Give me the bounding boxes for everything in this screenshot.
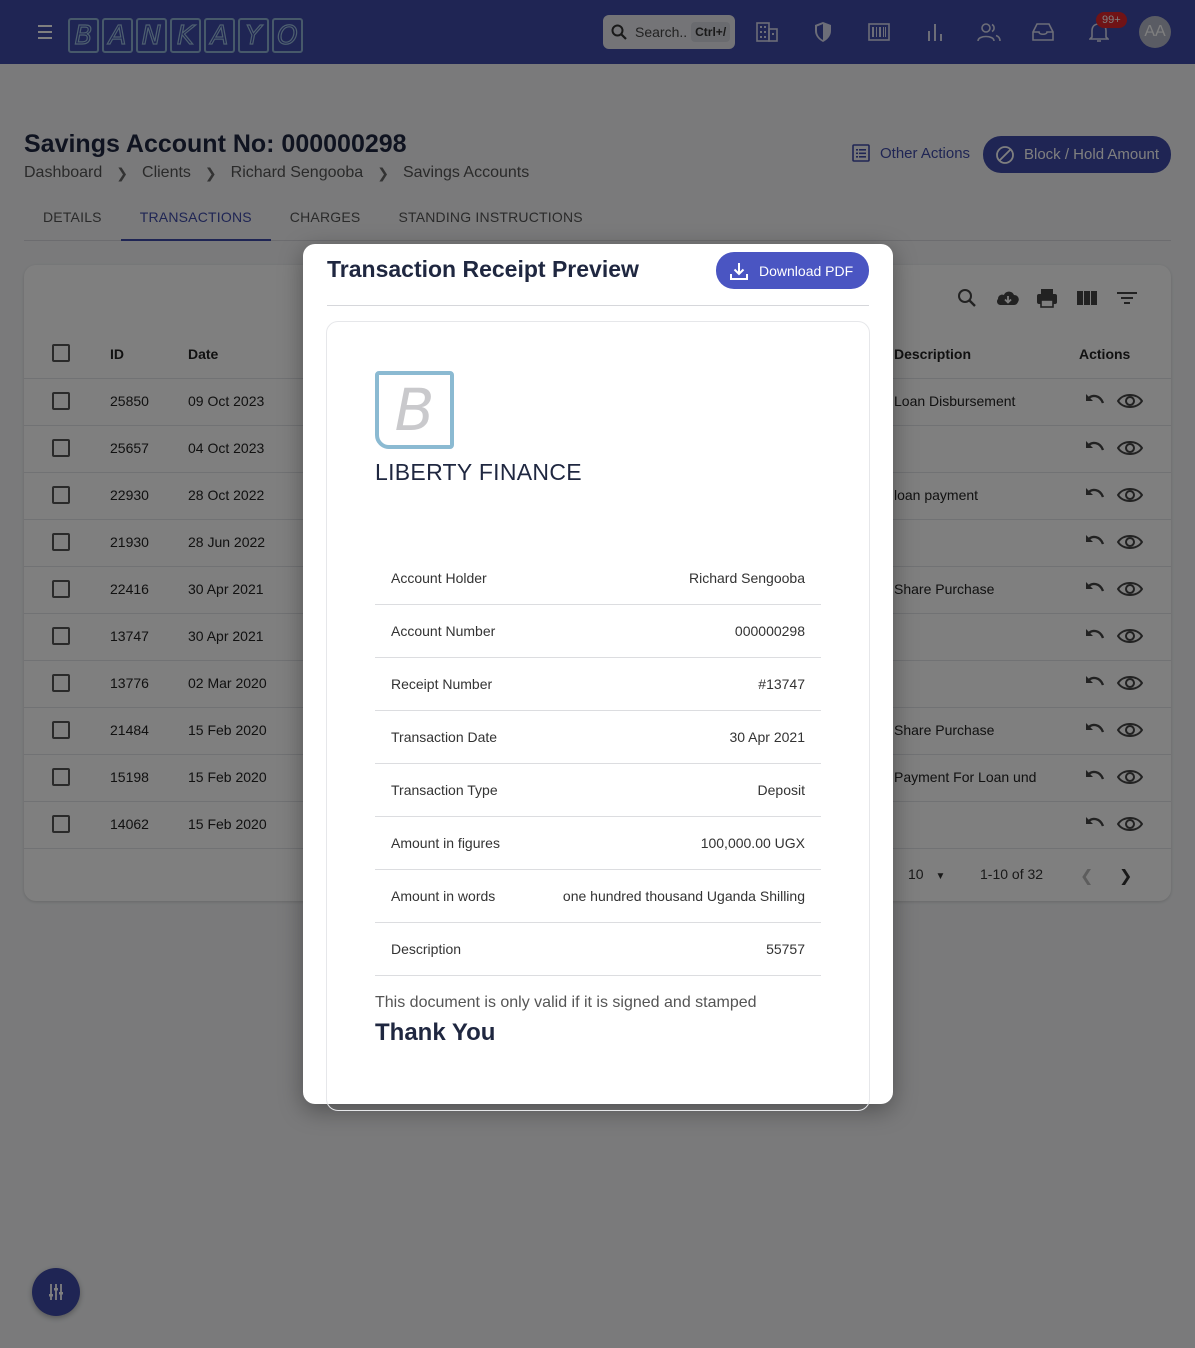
receipt-row: Account Holder Richard Sengooba xyxy=(375,552,821,605)
field-label: Receipt Number xyxy=(391,676,493,692)
field-value: Richard Sengooba xyxy=(689,570,805,586)
receipt-row: Transaction Date 30 Apr 2021 xyxy=(375,711,821,764)
field-value: 100,000.00 UGX xyxy=(700,835,805,851)
receipt-row: Account Number 000000298 xyxy=(375,605,821,658)
receipt-row: Transaction Type Deposit xyxy=(375,764,821,817)
download-icon xyxy=(730,262,748,280)
receipt-details-table: Account Holder Richard Sengooba Account Nu… xyxy=(375,552,821,976)
receipt-row: Receipt Number #13747 xyxy=(375,658,821,711)
receipt-document: B LIBERTY FINANCE Account Holder Richard … xyxy=(326,321,870,1111)
field-value: 30 Apr 2021 xyxy=(729,729,805,745)
company-name: LIBERTY FINANCE xyxy=(375,459,582,485)
field-label: Description xyxy=(391,941,462,957)
field-value: 000000298 xyxy=(734,623,805,639)
field-label: Transaction Date xyxy=(391,729,498,745)
receipt-row: Description 55757 xyxy=(375,923,821,976)
download-pdf-label: Download PDF xyxy=(759,262,854,279)
thank-you-text: Thank You xyxy=(375,1019,496,1046)
field-label: Account Holder xyxy=(391,570,487,586)
divider xyxy=(327,305,869,306)
field-label: Transaction Type xyxy=(391,782,498,798)
download-pdf-button[interactable]: Download PDF xyxy=(716,252,869,289)
field-value: 55757 xyxy=(766,941,805,957)
field-label: Amount in words xyxy=(391,888,496,904)
field-label: Account Number xyxy=(391,623,496,639)
field-value: Deposit xyxy=(757,782,805,798)
company-logo: B xyxy=(375,371,454,449)
validity-note: This document is only valid if it is sig… xyxy=(375,994,757,1011)
field-value: one hundred thousand Uganda Shilling xyxy=(562,888,805,904)
field-value: #13747 xyxy=(758,676,805,692)
dialog-title: Transaction Receipt Preview xyxy=(327,256,639,282)
receipt-row: Amount in figures 100,000.00 UGX xyxy=(375,817,821,870)
receipt-preview-dialog: Transaction Receipt Preview Download PDF… xyxy=(303,244,893,1111)
field-label: Amount in figures xyxy=(391,835,500,851)
receipt-row: Amount in words one hundred thousand Ugan… xyxy=(375,870,821,923)
